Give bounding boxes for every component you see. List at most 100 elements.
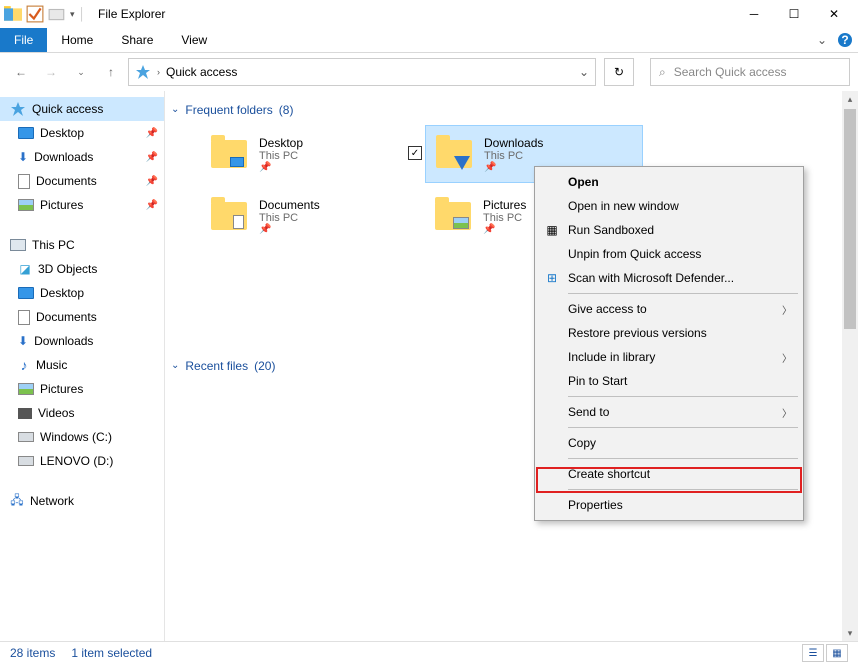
- navigation-bar: ← → ⌄ ↑ › Quick access ⌄ ↻ ⌕ Search Quic…: [0, 53, 858, 91]
- sidebar-item-desktop[interactable]: Desktop📌: [0, 121, 164, 145]
- menu-open-new-window[interactable]: Open in new window: [538, 194, 800, 218]
- search-placeholder: Search Quick access: [674, 65, 787, 79]
- ribbon: File Home Share View ⌄ ?: [0, 28, 858, 53]
- sidebar-item-pictures-pc[interactable]: Pictures: [0, 377, 164, 401]
- quick-access-toolbar: ▾ │: [4, 5, 86, 23]
- scroll-down-button[interactable]: ▾: [842, 625, 858, 641]
- videos-icon: [18, 408, 32, 419]
- folder-icon: [435, 202, 471, 230]
- forward-button[interactable]: →: [38, 59, 64, 85]
- sidebar-item-drive-d[interactable]: LENOVO (D:): [0, 449, 164, 473]
- menu-unpin[interactable]: Unpin from Quick access: [538, 242, 800, 266]
- close-button[interactable]: ✕: [814, 0, 854, 28]
- tab-file[interactable]: File: [0, 28, 47, 52]
- qat-dropdown-icon[interactable]: ▾: [70, 9, 75, 20]
- pictures-icon: [18, 383, 34, 395]
- sidebar-item-pictures[interactable]: Pictures📌: [0, 193, 164, 217]
- view-details-button[interactable]: ☰: [802, 644, 824, 662]
- search-icon: ⌕: [659, 65, 666, 80]
- pin-icon: 📌: [146, 200, 158, 211]
- pin-icon: 📌: [146, 152, 158, 163]
- menu-pin-start[interactable]: Pin to Start: [538, 369, 800, 393]
- this-pc-icon: [10, 239, 26, 251]
- defender-icon: ⊞: [544, 270, 560, 286]
- desktop-icon: [18, 287, 34, 299]
- music-icon: ♪: [18, 358, 30, 372]
- documents-icon: [18, 310, 30, 325]
- documents-icon: [18, 174, 30, 189]
- ribbon-collapse-icon[interactable]: ⌄: [812, 28, 832, 52]
- maximize-button[interactable]: ☐: [774, 0, 814, 28]
- submenu-arrow-icon: 〉: [782, 350, 792, 365]
- folder-documents[interactable]: DocumentsThis PC📌: [201, 187, 419, 245]
- address-dropdown-icon[interactable]: ⌄: [579, 65, 589, 79]
- navigation-pane: Quick access Desktop📌 ⬇Downloads📌 Docume…: [0, 91, 165, 641]
- address-bar[interactable]: › Quick access ⌄: [128, 58, 596, 86]
- sidebar-this-pc[interactable]: This PC: [0, 233, 164, 257]
- sidebar-item-3d-objects[interactable]: ◪3D Objects: [0, 257, 164, 281]
- menu-properties[interactable]: Properties: [538, 493, 800, 517]
- quick-access-star-icon: [135, 64, 151, 80]
- menu-scan-defender[interactable]: ⊞Scan with Microsoft Defender...: [538, 266, 800, 290]
- address-text: Quick access: [166, 65, 237, 79]
- tab-home[interactable]: Home: [47, 28, 107, 52]
- menu-give-access[interactable]: Give access to〉: [538, 297, 800, 321]
- tab-view[interactable]: View: [167, 28, 221, 52]
- pin-icon: 📌: [259, 224, 320, 235]
- downloads-icon: ⬇: [18, 150, 28, 164]
- sidebar-item-videos[interactable]: Videos: [0, 401, 164, 425]
- network-icon: 🖧: [10, 495, 24, 507]
- search-box[interactable]: ⌕ Search Quick access: [650, 58, 850, 86]
- view-large-button[interactable]: ▦: [826, 644, 848, 662]
- status-selected-count: 1 item selected: [71, 646, 152, 660]
- sidebar-network[interactable]: 🖧Network: [0, 489, 164, 513]
- sidebar-item-music[interactable]: ♪Music: [0, 353, 164, 377]
- folder-desktop[interactable]: DesktopThis PC📌: [201, 125, 419, 183]
- menu-include-library[interactable]: Include in library〉: [538, 345, 800, 369]
- sandbox-icon: ▦: [544, 222, 560, 238]
- context-menu: Open Open in new window ▦Run Sandboxed U…: [534, 166, 804, 521]
- downloads-icon: ⬇: [18, 334, 28, 348]
- sidebar-item-downloads-pc[interactable]: ⬇Downloads: [0, 329, 164, 353]
- qat-checkbox-icon[interactable]: [26, 5, 44, 23]
- chevron-down-icon: ⌄: [171, 360, 179, 371]
- sidebar-item-documents[interactable]: Documents📌: [0, 169, 164, 193]
- sidebar-item-drive-c[interactable]: Windows (C:): [0, 425, 164, 449]
- drive-icon: [18, 432, 34, 442]
- tab-share[interactable]: Share: [107, 28, 167, 52]
- drive-icon: [18, 456, 34, 466]
- up-button[interactable]: ↑: [98, 59, 124, 85]
- menu-open[interactable]: Open: [538, 170, 800, 194]
- menu-run-sandboxed[interactable]: ▦Run Sandboxed: [538, 218, 800, 242]
- menu-copy[interactable]: Copy: [538, 431, 800, 455]
- sidebar-item-downloads[interactable]: ⬇Downloads📌: [0, 145, 164, 169]
- pin-icon: 📌: [146, 128, 158, 139]
- svg-text:?: ?: [841, 33, 848, 47]
- section-frequent-folders[interactable]: ⌄ Frequent folders (8): [171, 99, 858, 125]
- pin-icon: 📌: [146, 176, 158, 187]
- selection-checkbox[interactable]: ✓: [408, 146, 422, 160]
- vertical-scrollbar[interactable]: ▴ ▾: [842, 91, 858, 641]
- minimize-button[interactable]: ─: [734, 0, 774, 28]
- chevron-down-icon: ⌄: [171, 104, 179, 115]
- folder-icon: [436, 140, 472, 168]
- recent-locations-button[interactable]: ⌄: [68, 59, 94, 85]
- scroll-up-button[interactable]: ▴: [842, 91, 858, 107]
- window-title: File Explorer: [98, 7, 165, 21]
- pin-icon: 📌: [259, 162, 303, 173]
- star-icon: [10, 101, 26, 117]
- sidebar-item-desktop-pc[interactable]: Desktop: [0, 281, 164, 305]
- scroll-thumb[interactable]: [844, 109, 856, 329]
- status-bar: 28 items 1 item selected ☰ ▦: [0, 641, 858, 664]
- help-button[interactable]: ?: [832, 28, 858, 52]
- refresh-button[interactable]: ↻: [604, 58, 634, 86]
- submenu-arrow-icon: 〉: [782, 302, 792, 317]
- titlebar: ▾ │ File Explorer ─ ☐ ✕: [0, 0, 858, 28]
- annotation-highlight: [536, 467, 802, 493]
- qat-new-folder-icon[interactable]: [48, 5, 66, 23]
- back-button[interactable]: ←: [8, 59, 34, 85]
- sidebar-item-documents-pc[interactable]: Documents: [0, 305, 164, 329]
- menu-restore-versions[interactable]: Restore previous versions: [538, 321, 800, 345]
- sidebar-quick-access[interactable]: Quick access: [0, 97, 164, 121]
- menu-send-to[interactable]: Send to〉: [538, 400, 800, 424]
